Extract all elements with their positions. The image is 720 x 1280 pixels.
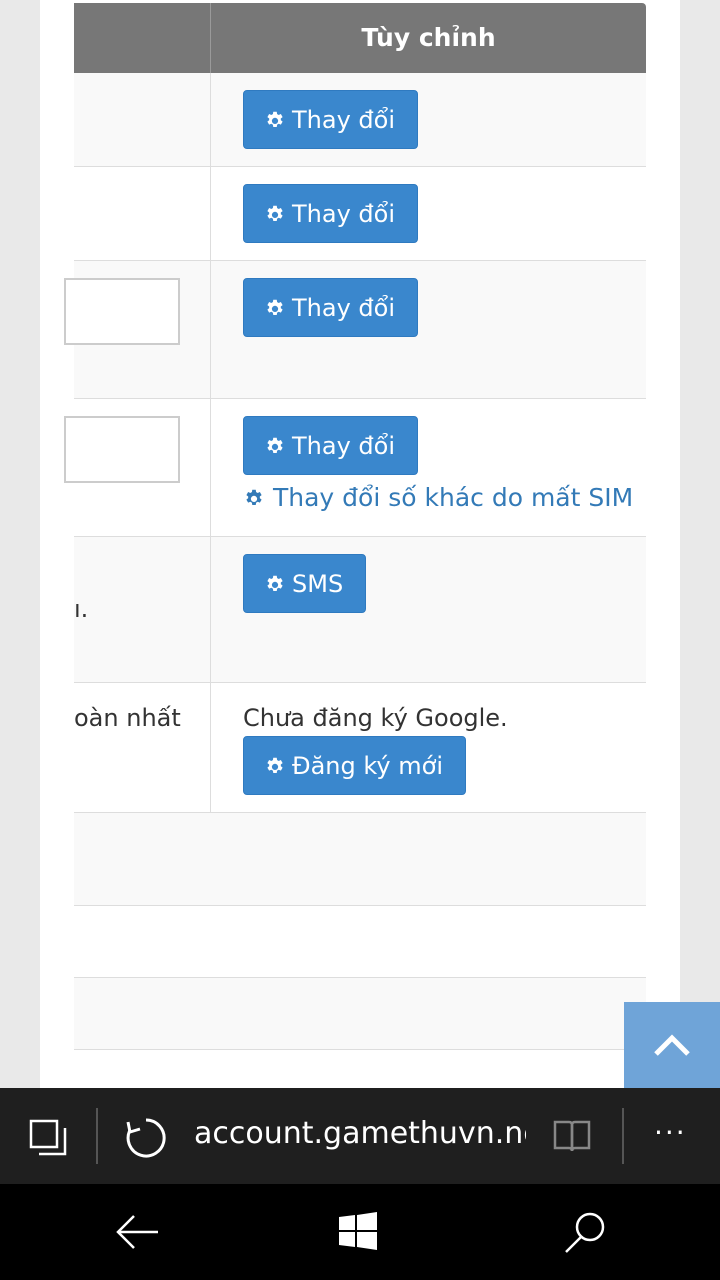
register-button-label: Đăng ký mới [292, 751, 443, 780]
chevron-up-icon [654, 1034, 690, 1056]
scroll-to-top-button[interactable] [624, 1002, 720, 1088]
table-header: Tùy chỉnh [74, 3, 646, 73]
sms-button[interactable]: SMS [243, 554, 367, 613]
change-phone-button[interactable]: Thay đổi [243, 416, 418, 475]
toolbar-separator [622, 1108, 624, 1164]
register-google-button[interactable]: Đăng ký mới [243, 736, 466, 795]
system-navigation-bar [0, 1184, 720, 1280]
table-row [74, 978, 646, 1050]
change-button[interactable]: Thay đổi [243, 184, 418, 243]
column-divider [210, 261, 211, 398]
change-button-label: Thay đổi [292, 431, 395, 460]
lost-sim-link-label: Thay đổi số khác do mất SIM [273, 483, 634, 512]
column-divider [210, 73, 211, 166]
row-action-cell: Thay đổi Thay đổi số khác do mất SIM [243, 416, 633, 512]
change-button-label: Thay đổi [292, 293, 395, 322]
table-row [74, 906, 646, 978]
gear-icon [243, 487, 265, 509]
lost-sim-change-link[interactable]: Thay đổi số khác do mất SIM [243, 483, 633, 512]
settings-table: Tùy chỉnh Thay đổi Thay đổi Thay đổi Tha… [64, 3, 646, 1088]
table-row: Thay đổi Thay đổi số khác do mất SIM [64, 399, 646, 537]
column-divider [210, 537, 211, 682]
gear-icon [264, 297, 286, 319]
header-tuy-chinh: Tùy chỉnh [361, 23, 496, 52]
table-row: Thay đổi [74, 73, 646, 167]
row-action-cell: Thay đổi [243, 278, 418, 337]
change-button[interactable]: Thay đổi [243, 278, 418, 337]
table-row [74, 1050, 646, 1088]
row-action-cell: Thay đổi [243, 184, 418, 243]
row-action-cell: SMS [243, 554, 367, 613]
column-divider [210, 399, 211, 536]
back-arrow-icon[interactable] [114, 1212, 160, 1256]
table-row: oàn nhất Chưa đăng ký Google. Đăng ký mớ… [74, 683, 646, 813]
windows-logo-icon[interactable] [338, 1212, 378, 1254]
google-status-text: Chưa đăng ký Google. [243, 704, 508, 732]
change-button[interactable]: Thay đổi [243, 90, 418, 149]
table-row: Thay đổi [64, 261, 646, 399]
change-button-label: Thay đổi [292, 199, 395, 228]
refresh-icon[interactable] [124, 1116, 168, 1164]
column-divider [210, 167, 211, 260]
sms-button-label: SMS [292, 569, 344, 598]
more-menu-button[interactable]: ··· [654, 1116, 687, 1149]
gear-icon [264, 755, 286, 777]
reading-view-icon[interactable] [552, 1118, 592, 1158]
gear-icon [264, 573, 286, 595]
phone-input[interactable] [64, 416, 180, 483]
browser-address-bar: account.gamethuvn.net ··· [0, 1088, 720, 1184]
table-row: ı. SMS [74, 537, 646, 683]
table-row: Thay đổi [74, 167, 646, 261]
address-url[interactable]: account.gamethuvn.net [194, 1116, 526, 1151]
change-button-label: Thay đổi [292, 105, 395, 134]
gear-icon [264, 109, 286, 131]
row-description: oàn nhất [74, 704, 181, 732]
tabs-icon[interactable] [28, 1118, 68, 1162]
gear-icon [264, 203, 286, 225]
text-input[interactable] [64, 278, 180, 345]
gear-icon [264, 435, 286, 457]
web-page: Tùy chỉnh Thay đổi Thay đổi Thay đổi Tha… [0, 0, 720, 1088]
table-row [74, 813, 646, 906]
toolbar-separator [96, 1108, 98, 1164]
row-description: ı. [74, 595, 89, 623]
search-icon[interactable] [562, 1210, 608, 1260]
row-action-cell: Thay đổi [243, 90, 418, 149]
row-action-cell: Chưa đăng ký Google. Đăng ký mới [243, 704, 508, 795]
column-divider [210, 683, 211, 812]
